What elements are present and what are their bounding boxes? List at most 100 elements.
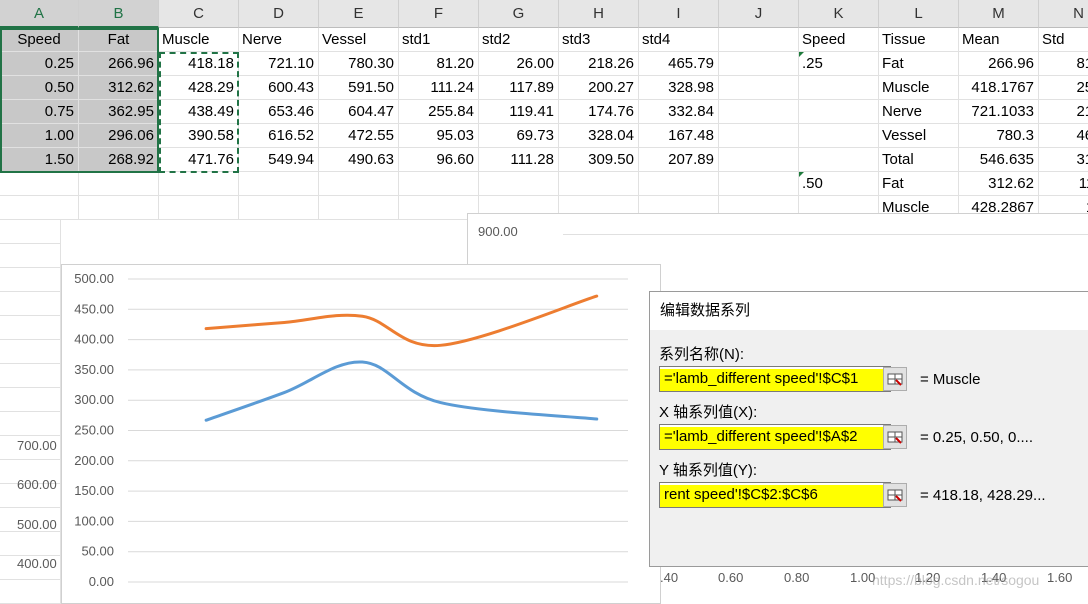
empty-cell[interactable] [79,196,159,220]
empty-cell[interactable] [479,172,559,196]
data-cell[interactable]: 332.84 [639,100,719,124]
data-cell[interactable]: 207.89 [639,148,719,172]
data-cell[interactable]: 255.84 [399,100,479,124]
column-header-m[interactable]: M [959,0,1039,28]
empty-cell[interactable] [0,412,61,436]
pivot-speed-cell[interactable]: .25 [799,52,879,76]
header-cell-g[interactable]: std2 [479,28,559,52]
column-header-k[interactable]: K [799,0,879,28]
pivot-mean-cell[interactable]: 266.96 [959,52,1039,76]
empty-cell[interactable] [719,52,799,76]
data-cell[interactable]: 721.10 [239,52,319,76]
header-cell-i[interactable]: std4 [639,28,719,52]
data-cell[interactable]: 549.94 [239,148,319,172]
empty-cell[interactable] [0,292,61,316]
pivot-tissue-cell[interactable]: Nerve [879,100,959,124]
data-cell[interactable]: 438.49 [159,100,239,124]
data-cell[interactable]: 96.60 [399,148,479,172]
edit-series-dialog[interactable]: 编辑数据系列 系列名称(N): ='lamb_different speed'!… [649,291,1088,567]
column-header-i[interactable]: I [639,0,719,28]
empty-cell[interactable] [0,364,61,388]
x-values-range-button[interactable] [883,425,907,449]
column-header-g[interactable]: G [479,0,559,28]
data-cell[interactable]: 268.92 [79,148,159,172]
empty-cell[interactable] [0,388,61,412]
data-cell[interactable]: 26.00 [479,52,559,76]
pivot-speed-cell[interactable] [799,100,879,124]
pivot-std-cell[interactable]: 313.7 [1039,148,1088,172]
column-header-l[interactable]: L [879,0,959,28]
header-cell-b[interactable]: Fat [79,28,159,52]
data-cell[interactable]: 362.95 [79,100,159,124]
empty-cell[interactable] [719,124,799,148]
x-values-input[interactable]: ='lamb_different speed'!$A$2 [659,424,891,450]
data-cell[interactable]: 218.26 [559,52,639,76]
empty-cell[interactable] [239,196,319,220]
data-cell[interactable]: 604.47 [319,100,399,124]
column-header-j[interactable]: J [719,0,799,28]
data-cell[interactable]: 119.41 [479,100,559,124]
data-cell[interactable]: 328.98 [639,76,719,100]
data-cell[interactable]: 0.75 [0,100,79,124]
series-line-fat[interactable] [204,360,599,422]
empty-cell[interactable] [0,580,61,604]
empty-cell[interactable] [0,220,61,244]
pivot-std-cell[interactable]: 25.99 [1039,76,1088,100]
empty-cell[interactable] [0,316,61,340]
pivot-mean-cell[interactable]: 418.1767 [959,76,1039,100]
data-cell[interactable]: 309.50 [559,148,639,172]
data-cell[interactable]: 266.96 [79,52,159,76]
header-cell-n[interactable]: Std [1039,28,1088,52]
header-cell-d[interactable]: Nerve [239,28,319,52]
y-values-input[interactable]: rent speed'!$C$2:$C$6 [659,482,891,508]
pivot-tissue-cell[interactable]: Fat [879,52,959,76]
data-cell[interactable]: 465.79 [639,52,719,76]
empty-cell[interactable] [0,172,79,196]
data-cell[interactable]: 390.58 [159,124,239,148]
data-cell[interactable]: 0.50 [0,76,79,100]
data-cell[interactable]: 780.30 [319,52,399,76]
data-cell[interactable]: 167.48 [639,124,719,148]
data-cell[interactable]: 471.76 [159,148,239,172]
empty-cell[interactable] [0,532,61,556]
data-cell[interactable]: 616.52 [239,124,319,148]
empty-cell[interactable] [79,172,159,196]
data-cell[interactable]: 117.89 [479,76,559,100]
empty-cell[interactable] [399,172,479,196]
header-cell-m[interactable]: Mean [959,28,1039,52]
pivot-speed-cell[interactable] [799,148,879,172]
empty-cell[interactable] [159,196,239,220]
empty-cell[interactable] [0,244,61,268]
data-cell[interactable]: 490.63 [319,148,399,172]
data-cell[interactable]: 174.76 [559,100,639,124]
y-values-range-button[interactable] [883,483,907,507]
header-cell-e[interactable]: Vessel [319,28,399,52]
pivot-tissue-cell[interactable]: Total [879,148,959,172]
column-header-b[interactable]: B [79,0,159,28]
pivot-tissue-cell[interactable]: Muscle [879,76,959,100]
header-cell-h[interactable]: std3 [559,28,639,52]
empty-cell[interactable] [719,148,799,172]
empty-cell[interactable] [0,268,61,292]
data-cell[interactable]: 418.18 [159,52,239,76]
column-header-f[interactable]: F [399,0,479,28]
empty-cell[interactable] [559,172,639,196]
pivot-mean-cell[interactable]: 780.3 [959,124,1039,148]
data-cell[interactable]: 472.55 [319,124,399,148]
pivot-tissue-cell[interactable]: Vessel [879,124,959,148]
empty-cell[interactable] [719,172,799,196]
data-cell[interactable]: 653.46 [239,100,319,124]
empty-cell[interactable] [639,172,719,196]
empty-cell[interactable] [719,100,799,124]
series-name-input[interactable]: ='lamb_different speed'!$C$1 [659,366,891,392]
data-cell[interactable]: 328.04 [559,124,639,148]
pivot-speed-cell[interactable] [799,124,879,148]
data-cell[interactable]: 0.25 [0,52,79,76]
pivot-mean-cell[interactable]: 312.62 [959,172,1039,196]
header-cell-k[interactable]: Speed [799,28,879,52]
pivot-std-cell[interactable]: 465.7 [1039,124,1088,148]
pivot-std-cell[interactable]: 218.2 [1039,100,1088,124]
column-header-d[interactable]: D [239,0,319,28]
empty-cell[interactable] [239,172,319,196]
column-header-n[interactable]: N [1039,0,1088,28]
